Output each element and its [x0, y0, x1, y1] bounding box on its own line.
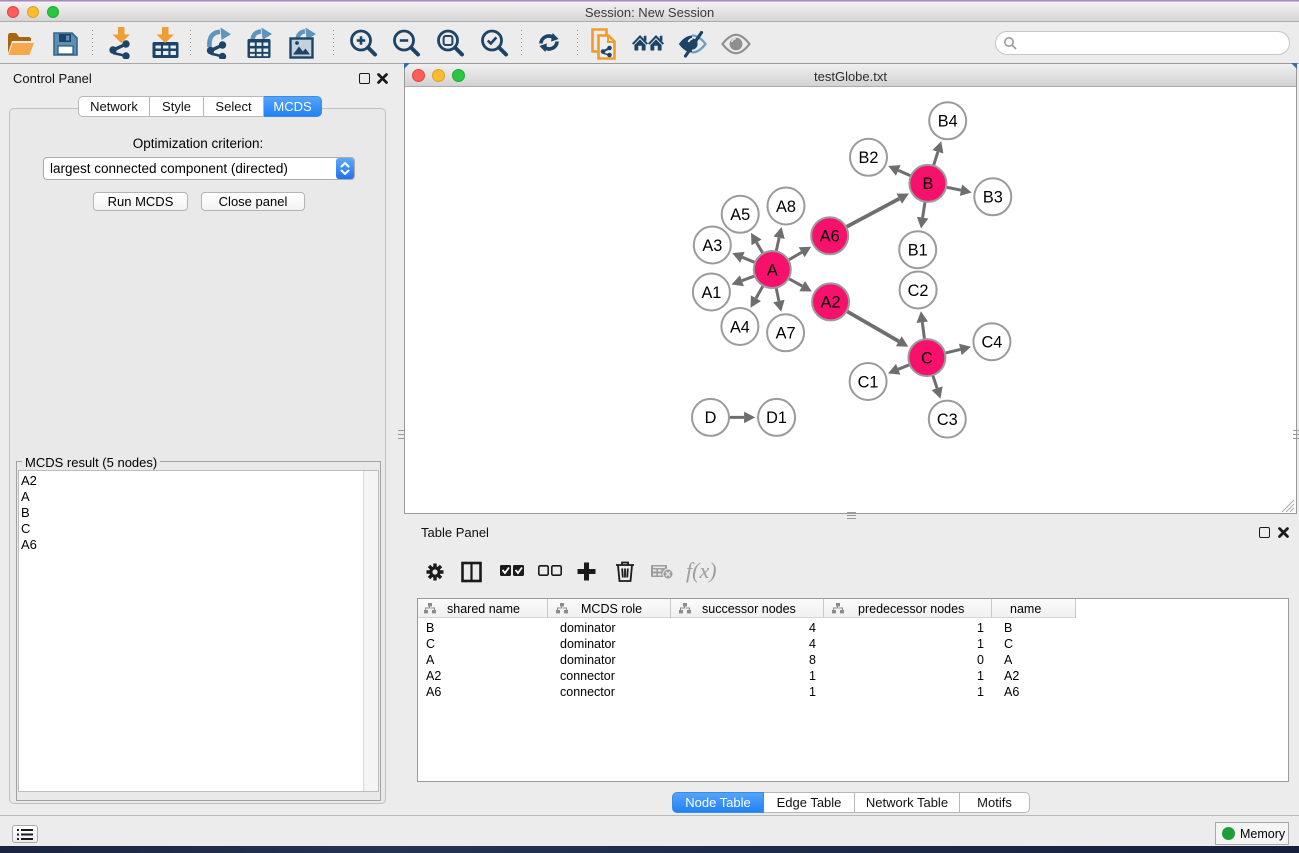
svg-text:B3: B3 [983, 189, 1003, 207]
svg-text:C4: C4 [981, 334, 1002, 352]
svg-text:A8: A8 [776, 198, 796, 216]
svg-text:A2: A2 [821, 294, 841, 312]
svg-text:A3: A3 [702, 237, 722, 255]
svg-text:B: B [922, 175, 933, 193]
svg-text:A: A [767, 261, 778, 279]
svg-text:A7: A7 [776, 325, 796, 343]
svg-text:D1: D1 [766, 409, 787, 427]
svg-text:A1: A1 [701, 284, 721, 302]
svg-text:C3: C3 [937, 411, 958, 429]
svg-text:A5: A5 [730, 206, 750, 224]
svg-text:C: C [921, 349, 933, 367]
svg-text:B4: B4 [938, 113, 958, 131]
svg-text:C2: C2 [908, 282, 929, 300]
svg-text:A4: A4 [730, 318, 750, 336]
svg-text:C1: C1 [858, 373, 879, 391]
svg-text:B1: B1 [908, 242, 928, 260]
svg-text:D: D [705, 409, 717, 427]
svg-text:B2: B2 [859, 149, 879, 167]
svg-text:A6: A6 [820, 228, 840, 246]
